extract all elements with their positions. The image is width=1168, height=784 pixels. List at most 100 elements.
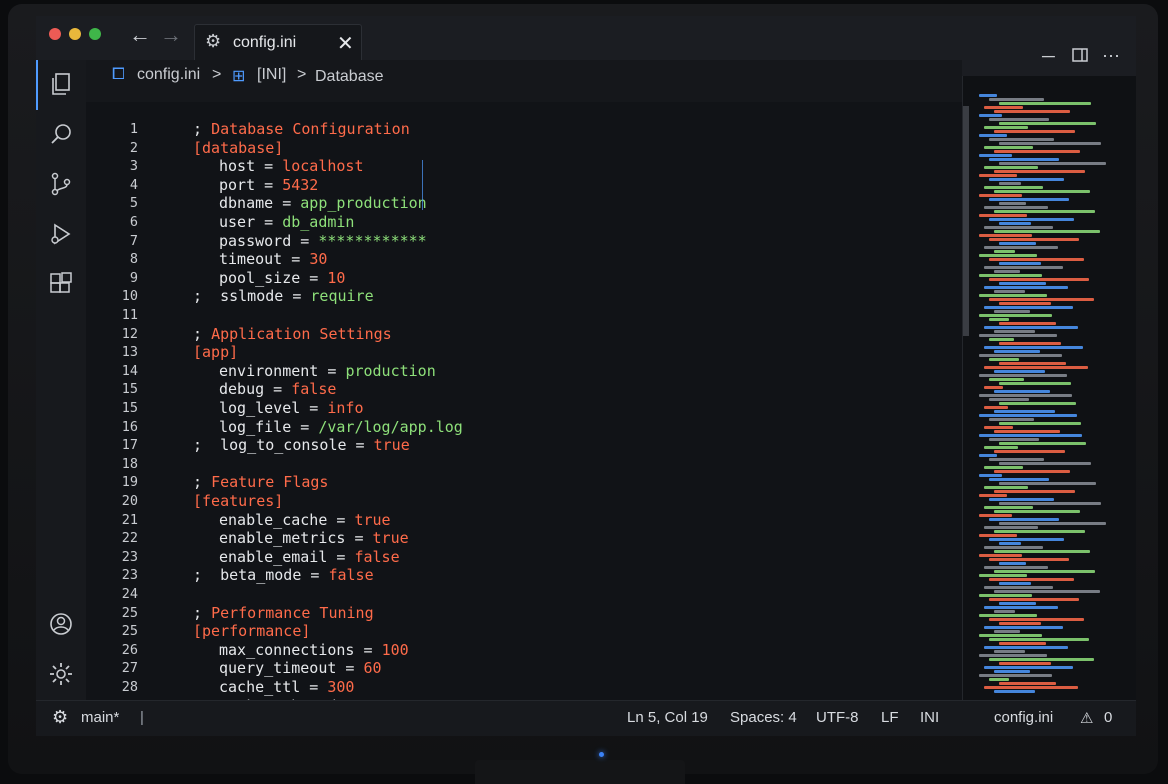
code-line[interactable]: ; Performance Tuning [193,604,374,622]
code-line[interactable]: [performance] [193,622,310,640]
code-line[interactable]: ; beta_mode = false [193,566,374,584]
code-line[interactable]: ; log_to_console = true [193,436,410,454]
code-line[interactable]: ; Feature Flags [193,473,328,491]
code-token: production [345,361,436,380]
code-line[interactable]: ; Application Settings [193,325,392,343]
minimap-line [999,402,1076,405]
close-tab-icon[interactable]: ✕ [337,31,354,56]
minimap-line [989,478,1049,481]
code-token: [app] [193,343,239,362]
minimap-line [984,166,1038,169]
code-line[interactable]: environment = production [219,362,436,380]
code-line[interactable]: ; Database Configuration [193,120,410,138]
warning-count[interactable]: 0 [1104,709,1112,726]
code-line[interactable]: log_file = /var/log/app.log [219,418,463,436]
indentation[interactable]: Spaces: 4 [730,709,797,726]
breadcrumb-symbol[interactable]: Database [315,68,384,86]
code-token: query_timeout = [219,659,364,678]
code-line[interactable]: port = 5432 [219,176,318,194]
minimap-line [979,374,1067,377]
code-token: /var/log/app.log [318,417,463,436]
code-token: Feature Flags [211,473,329,492]
tab-label: config.ini [233,34,297,51]
branch-name[interactable]: main* [81,709,119,726]
window-close-dot[interactable] [49,28,61,40]
forward-arrow-icon[interactable]: → [160,22,182,48]
minimap-line [999,622,1041,625]
minimap-line [989,358,1019,361]
code-line[interactable]: [features] [193,492,283,510]
minimap-line [984,326,1078,329]
code-line[interactable]: log_level = info [219,399,364,417]
code-line[interactable]: enable_cache = true [219,511,391,529]
power-led [599,752,604,757]
code-line[interactable]: enable_metrics = true [219,529,409,547]
gear-icon: ⚙ [205,31,222,51]
code-line[interactable]: [database] [193,139,283,157]
minimap-line [979,234,1032,237]
line-number: 22 [121,530,138,547]
minimap-line [979,534,1017,537]
window-minimize-dot[interactable] [69,28,81,40]
line-number: 15 [121,381,138,398]
title-bar: ← → ⚙ config.ini ✕ ─ ⋯ [36,16,1136,66]
code-line[interactable]: dbname = app_production [219,194,427,212]
code-token: require [310,287,374,306]
breadcrumb-section[interactable]: [INI] [257,66,286,84]
code-line[interactable]: enable_email = false [219,548,400,566]
code-line[interactable]: query_timeout = 60 [219,659,382,677]
code-line[interactable]: debug = false [219,380,336,398]
code-line[interactable]: password = ************ [219,232,427,250]
line-number: 14 [121,362,138,379]
tab-config-ini[interactable]: ⚙ config.ini ✕ [194,24,362,61]
minimap-line [994,610,1015,613]
minimap-line [999,242,1036,245]
status-filename[interactable]: config.ini [994,709,1053,726]
code-line[interactable]: host = localhost [219,157,364,175]
minimap-line [994,110,1070,113]
breadcrumb-file[interactable]: config.ini [137,66,200,84]
account-icon[interactable] [49,612,73,636]
source-control-icon[interactable] [49,172,73,196]
minimize-icon[interactable]: ─ [1042,46,1055,67]
code-editor[interactable]: 1 2 3 4 5 6 7 8 9 10 11 12 13 14 15 15 16 17 18 19 20 21 22 23 2… [86,102,962,700]
code-token: enable_metrics = [219,529,373,548]
code-line[interactable]: pool_size = 10 [219,269,345,287]
back-arrow-icon[interactable]: ← [129,22,151,48]
cursor-position[interactable]: Ln 5, Col 19 [627,709,708,726]
minimap-line [999,602,1036,605]
encoding[interactable]: UTF-8 [816,709,859,726]
warning-icon[interactable]: ⚠ [1080,709,1093,727]
code-line[interactable]: timeout = 30 [219,250,327,268]
code-line[interactable]: max_connections = 100 [219,641,409,659]
code-line[interactable]: [app] [193,343,238,361]
settings-gear-icon[interactable] [49,662,73,686]
branch-icon[interactable]: ⚙ [52,707,68,728]
minimap-line [999,562,1026,565]
status-bar: ⚙ main* | Ln 5, Col 19 Spaces: 4 UTF-8 L… [36,700,1136,736]
code-line[interactable]: user = db_admin [219,213,354,231]
line-ending[interactable]: LF [881,709,899,726]
minimap-line [994,250,1015,253]
extensions-icon[interactable] [49,272,73,296]
minimap-line [999,162,1106,165]
code-line[interactable]: cache_ttl = 300 [219,678,354,696]
split-editor-icon[interactable] [1072,46,1088,67]
language-mode[interactable]: INI [920,709,939,726]
code-token: 10 [327,268,346,287]
more-actions-icon[interactable]: ⋯ [1102,46,1120,67]
code-token: [features] [193,492,284,510]
explorer-icon[interactable] [49,72,73,96]
code-token: 5432 [282,175,319,194]
code-token: ; sslmode = [193,287,311,306]
minimap[interactable] [962,76,1136,700]
line-number: 4 [129,176,138,193]
minimap-scroll-slider[interactable] [963,106,969,336]
window-zoom-dot[interactable] [89,28,101,40]
search-icon[interactable] [49,122,73,146]
minimap-line [999,382,1071,385]
minimap-line [979,594,1032,597]
run-debug-icon[interactable] [49,222,73,246]
line-number: 26 [121,641,138,658]
code-line[interactable]: ; sslmode = require [193,287,374,305]
